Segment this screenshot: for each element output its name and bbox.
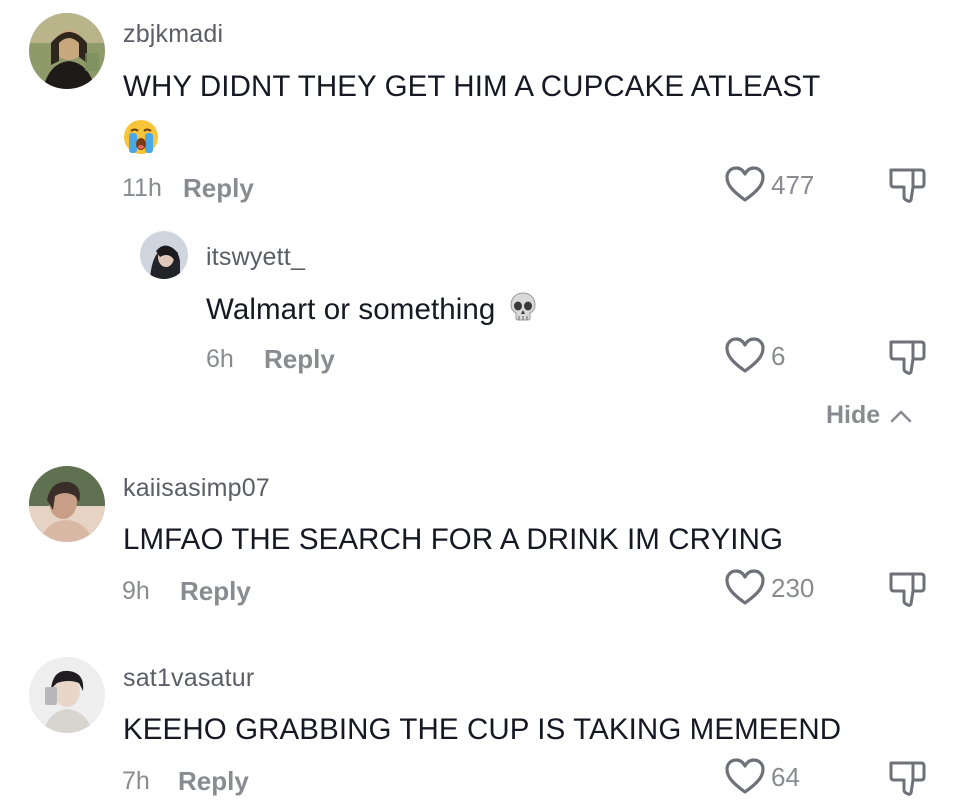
reply-text: Walmart or something (206, 291, 539, 331)
like-count: 64 (771, 761, 800, 792)
loudly-crying-face-icon (122, 118, 160, 161)
dislike-button[interactable] (887, 570, 927, 613)
dislike-button[interactable] (887, 338, 927, 381)
comment-text: WHY DIDNT THEY GET HIM A CUPCAKE ATLEAST (123, 70, 821, 103)
avatar[interactable] (29, 13, 105, 89)
like-button[interactable]: 64 (725, 758, 800, 796)
comment-text: LMFAO THE SEARCH FOR A DRINK IM CRYING (123, 523, 784, 556)
dislike-button[interactable] (887, 759, 927, 802)
heart-icon (725, 758, 765, 796)
avatar[interactable] (140, 231, 188, 279)
reply-button[interactable]: Reply (180, 576, 251, 607)
comment-text: KEEHO GRABBING THE CUP IS TAKING MEMEEND (123, 713, 842, 746)
reply-button[interactable]: Reply (178, 766, 249, 797)
heart-icon (725, 166, 765, 204)
like-count: 230 (771, 572, 815, 603)
avatar[interactable] (29, 466, 105, 542)
heart-icon (725, 337, 765, 375)
heart-icon (725, 569, 765, 607)
comment-time: 7h (122, 767, 150, 795)
avatar[interactable] (29, 657, 105, 733)
comment-time: 11h (122, 174, 162, 202)
dislike-button[interactable] (887, 166, 927, 209)
thumbs-down-icon (887, 168, 927, 208)
reply-username[interactable]: itswyett_ (206, 243, 305, 272)
hide-replies-button[interactable]: Hide (826, 401, 912, 430)
comment-time: 9h (122, 577, 150, 605)
thumbs-down-icon (887, 761, 927, 801)
like-count: 477 (771, 169, 815, 200)
reply-button[interactable]: Reply (183, 173, 254, 204)
thumbs-down-icon (887, 340, 927, 380)
thumbs-down-icon (887, 572, 927, 612)
comment-username[interactable]: sat1vasatur (123, 664, 254, 693)
reply-text-content: Walmart or something (206, 292, 496, 326)
like-button[interactable]: 477 (725, 166, 814, 204)
reply-time: 6h (206, 345, 234, 373)
comment-username[interactable]: kaiisasimp07 (123, 474, 270, 503)
like-button[interactable]: 6 (725, 337, 785, 375)
comment-list: zbjkmadi WHY DIDNT THEY GET HIM A CUPCAK… (0, 0, 960, 810)
comment-username[interactable]: zbjkmadi (123, 20, 223, 49)
hide-label: Hide (826, 401, 881, 429)
skull-icon (507, 291, 539, 331)
chevron-up-icon (890, 401, 912, 430)
like-count: 6 (771, 340, 786, 371)
like-button[interactable]: 230 (725, 569, 814, 607)
reply-button[interactable]: Reply (264, 344, 335, 375)
